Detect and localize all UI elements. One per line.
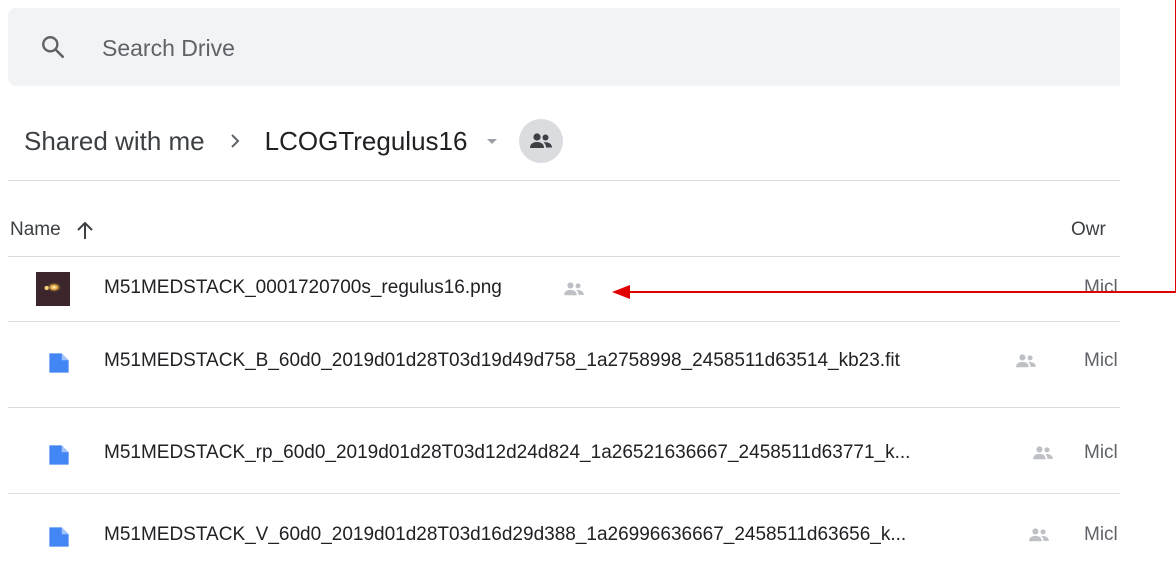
file-owner: Micl	[1084, 350, 1118, 371]
breadcrumb-shared-with-me[interactable]: Shared with me	[24, 126, 205, 157]
file-row[interactable]: M51MEDSTACK_0001720700s_regulus16.png Mi…	[8, 262, 1120, 321]
image-thumbnail-icon	[36, 272, 70, 306]
file-icon	[49, 527, 69, 547]
row-divider	[8, 321, 1120, 322]
shared-folder-badge[interactable]	[519, 119, 564, 163]
sort-ascending-icon[interactable]	[75, 219, 95, 241]
shared-people-icon	[1033, 446, 1053, 460]
row-divider	[8, 493, 1120, 494]
header-divider	[8, 180, 1120, 181]
shared-people-icon	[1016, 354, 1036, 368]
row-divider	[8, 407, 1120, 408]
column-header-name[interactable]: Name	[10, 212, 95, 248]
shared-people-icon	[564, 282, 584, 296]
file-name[interactable]: M51MEDSTACK_V_60d0_2019d01d28T03d16d29d3…	[104, 524, 906, 546]
file-icon	[49, 353, 69, 373]
column-owner-label: Owr	[1071, 219, 1106, 240]
file-owner: Micl	[1084, 277, 1118, 298]
file-owner: Micl	[1084, 524, 1118, 545]
file-icon	[49, 445, 69, 465]
column-name-label: Name	[10, 219, 61, 240]
breadcrumb: Shared with me LCOGTregulus16	[24, 118, 564, 164]
column-header-owner[interactable]: Owr	[1071, 212, 1120, 248]
search-input[interactable]	[102, 33, 702, 63]
breadcrumb-current-folder[interactable]: LCOGTregulus16	[265, 126, 500, 157]
folder-name: LCOGTregulus16	[264, 125, 468, 156]
column-divider	[8, 256, 1120, 257]
file-name[interactable]: M51MEDSTACK_rp_60d0_2019d01d28T03d12d24d…	[104, 442, 910, 464]
file-owner: Micl	[1084, 442, 1118, 463]
caret-down-icon[interactable]	[485, 136, 499, 146]
file-row[interactable]: M51MEDSTACK_B_60d0_2019d01d28T03d19d49d7…	[8, 346, 1120, 405]
chevron-right-icon	[230, 134, 240, 148]
people-icon	[530, 133, 553, 148]
file-row[interactable]: M51MEDSTACK_rp_60d0_2019d01d28T03d12d24d…	[8, 440, 1120, 499]
shared-people-icon	[1029, 528, 1049, 542]
file-row[interactable]: M51MEDSTACK_V_60d0_2019d01d28T03d16d29d3…	[8, 522, 1120, 566]
search-bar[interactable]	[8, 8, 1120, 86]
file-name[interactable]: M51MEDSTACK_0001720700s_regulus16.png	[104, 277, 502, 299]
file-name[interactable]: M51MEDSTACK_B_60d0_2019d01d28T03d19d49d7…	[104, 350, 900, 372]
search-icon[interactable]	[40, 34, 66, 60]
